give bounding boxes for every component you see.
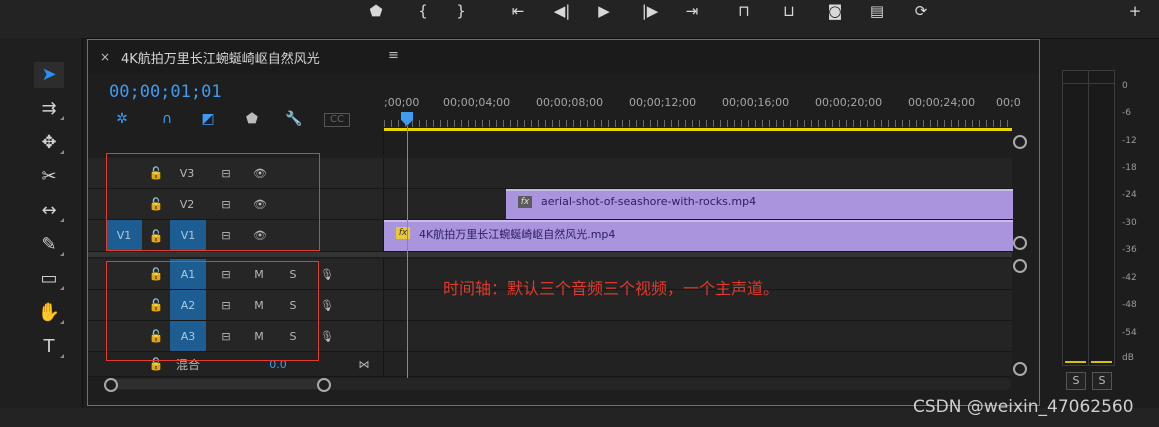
video-scroll-handle-bottom[interactable] xyxy=(1013,236,1027,250)
meter-scale-label: dB xyxy=(1122,353,1134,363)
playhead-timecode[interactable]: 00;00;01;01 xyxy=(109,82,222,102)
video-clip[interactable]: fx aerial-shot-of-seashore-with-rocks.mp… xyxy=(506,189,1013,219)
playhead-line xyxy=(407,126,408,378)
meter-scale-label: -30 xyxy=(1122,218,1137,228)
rectangle-tool-icon[interactable]: ▭ xyxy=(34,266,64,292)
ruler-ticks xyxy=(384,120,1012,127)
timeline-tab: × 4K航拍万里长江蜿蜒崎岖自然风光 ≡ xyxy=(88,40,1039,74)
sequence-title[interactable]: 4K航拍万里长江蜿蜒崎岖自然风光 xyxy=(121,48,320,67)
meter-scale-label: -6 xyxy=(1122,108,1131,118)
track-divider[interactable] xyxy=(88,252,1012,257)
microphone-icon[interactable]: 🎙 xyxy=(316,259,338,289)
ruler-label: 00;00;08;00 xyxy=(536,96,604,109)
mix-pan-icon[interactable]: ⋈ xyxy=(354,352,374,376)
selection-tool-icon[interactable]: ➤ xyxy=(34,62,64,88)
microphone-icon[interactable]: 🎙 xyxy=(316,290,338,320)
insert-overwrite-icon[interactable]: ◩ xyxy=(196,110,220,128)
solo-left-button[interactable]: S xyxy=(1066,372,1086,390)
meter-scale-label: -54 xyxy=(1122,328,1137,338)
ruler-label: ;00;00 xyxy=(384,96,420,109)
meter-level-right xyxy=(1091,361,1112,363)
annotation-text: 时间轴：默认三个音频三个视频，一个主声道。 xyxy=(443,279,780,298)
wrench-icon[interactable]: 🔧 xyxy=(282,110,306,128)
audio-tracks-highlight xyxy=(106,261,319,361)
compare-icon[interactable]: ▤ xyxy=(864,1,890,21)
in-point-icon[interactable]: { xyxy=(410,1,436,21)
ruler-label: 00;0 xyxy=(996,96,1021,109)
zoom-handle-right[interactable] xyxy=(317,378,331,392)
out-point-icon[interactable]: } xyxy=(448,1,474,21)
zoom-handle-left[interactable] xyxy=(104,378,118,392)
lift-icon[interactable]: ⊓ xyxy=(731,1,757,21)
ripple-edit-tool-icon[interactable]: ✥ xyxy=(34,130,64,156)
meter-scale-label: -24 xyxy=(1122,190,1137,200)
fx-badge: fx xyxy=(518,196,532,208)
marker-icon[interactable]: ⬟ xyxy=(363,1,389,21)
empty-track-space xyxy=(88,132,1012,155)
clip-name: 4K航拍万里长江蜿蜒崎岖自然风光.mp4 xyxy=(419,228,616,241)
tools-panel: ➤ ⇉ ✥ ✂ ↔ ✎ ▭ ✋ T xyxy=(0,38,83,408)
meter-scale-label: -42 xyxy=(1122,273,1137,283)
meter-scale-label: 0 xyxy=(1122,81,1128,91)
close-icon[interactable]: × xyxy=(100,50,110,64)
add-marker-icon[interactable]: ⬟ xyxy=(240,110,264,128)
slip-tool-icon[interactable]: ↔ xyxy=(34,198,64,224)
razor-tool-icon[interactable]: ✂ xyxy=(34,164,64,190)
add-icon[interactable]: + xyxy=(1122,1,1148,21)
ruler-label: 00;00;24;00 xyxy=(908,96,976,109)
meter-scale-label: -48 xyxy=(1122,300,1137,310)
extract-icon[interactable]: ⊔ xyxy=(776,1,802,21)
ruler-label: 00;00;04;00 xyxy=(443,96,511,109)
hand-tool-icon[interactable]: ✋ xyxy=(34,300,64,326)
transport-bar: ⬟ { } ⇤ ◀| ▶ |▶ ⇥ ⊓ ⊔ ◙ ▤ ⟳ + xyxy=(0,0,1159,39)
audio-scroll-handle-top[interactable] xyxy=(1013,259,1027,273)
linked-selection-icon[interactable]: ∩ xyxy=(155,110,179,128)
meter-level-left xyxy=(1065,361,1086,363)
camera-icon[interactable]: ◙ xyxy=(822,1,848,21)
audio-meter xyxy=(1062,70,1115,366)
clip-name: aerial-shot-of-seashore-with-rocks.mp4 xyxy=(541,195,757,208)
ruler-label: 00;00;20;00 xyxy=(815,96,883,109)
panel-menu-icon[interactable]: ≡ xyxy=(388,48,399,63)
audio-scroll-handle-bottom[interactable] xyxy=(1013,362,1027,376)
ruler-label: 00;00;16;00 xyxy=(722,96,790,109)
step-back-icon[interactable]: ◀| xyxy=(549,1,575,21)
go-to-in-icon[interactable]: ⇤ xyxy=(505,1,531,21)
meter-scale-label: -36 xyxy=(1122,245,1137,255)
captions-icon[interactable]: CC xyxy=(324,113,350,127)
loop-icon[interactable]: ⟳ xyxy=(908,1,934,21)
ruler-label: 00;00;12;00 xyxy=(629,96,697,109)
video-clip[interactable]: fx 4K航拍万里长江蜿蜒崎岖自然风光.mp4 xyxy=(384,220,1013,251)
play-icon[interactable]: ▶ xyxy=(591,1,617,21)
meter-scale-label: -18 xyxy=(1122,163,1137,173)
pen-tool-icon[interactable]: ✎ xyxy=(34,232,64,258)
video-tracks-highlight xyxy=(106,153,320,251)
video-scroll-handle-top[interactable] xyxy=(1013,135,1027,149)
watermark: CSDN @weixin_47062560 xyxy=(913,397,1134,417)
go-to-out-icon[interactable]: ⇥ xyxy=(679,1,705,21)
microphone-icon[interactable]: 🎙 xyxy=(316,321,338,351)
type-tool-icon[interactable]: T xyxy=(34,334,64,360)
snap-icon[interactable]: ✲ xyxy=(110,110,134,128)
meter-scale-label: -12 xyxy=(1122,136,1137,146)
solo-right-button[interactable]: S xyxy=(1092,372,1112,390)
track-select-tool-icon[interactable]: ⇉ xyxy=(34,96,64,122)
step-forward-icon[interactable]: |▶ xyxy=(637,1,663,21)
work-area-bar[interactable] xyxy=(384,128,1012,131)
scrollbar-thumb[interactable] xyxy=(110,379,323,389)
